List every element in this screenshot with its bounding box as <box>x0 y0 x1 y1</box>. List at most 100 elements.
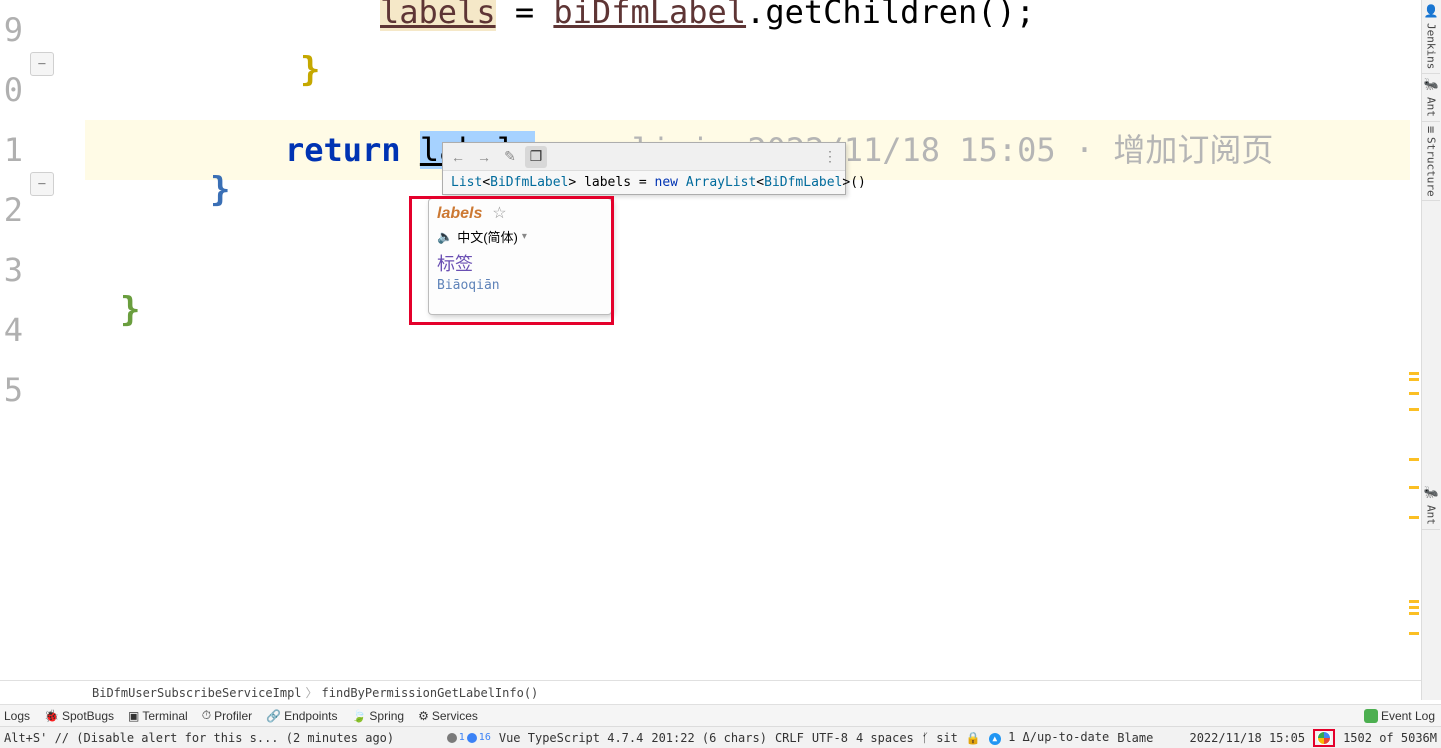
error-stripe-mark[interactable] <box>1409 372 1419 375</box>
fold-toggle-icon[interactable]: − <box>30 172 54 196</box>
right-tab-structure[interactable]: ≡Structure <box>1422 122 1440 202</box>
variable-token: labels <box>380 0 496 31</box>
type-token: BiDfmLabel <box>764 175 842 190</box>
uptodate-label: 1 Δ/up-to-date <box>1008 730 1109 744</box>
nav-forward-icon[interactable]: → <box>473 146 495 168</box>
indicator-count: 1 <box>459 732 465 743</box>
translation-pinyin: Biāoqiān <box>437 278 603 293</box>
audio-icon[interactable]: 🔈 <box>437 229 453 245</box>
error-stripe-mark[interactable] <box>1409 632 1419 635</box>
breadcrumb-item[interactable]: findByPermissionGetLabelInfo() <box>318 686 543 700</box>
status-message: Alt+S' // (Disable alert for this s... (… <box>4 731 394 745</box>
tab-label: Ant <box>1425 97 1438 117</box>
var-token: labels <box>576 175 639 190</box>
nav-back-icon[interactable]: ← <box>447 146 469 168</box>
line-number: 5 <box>0 360 23 420</box>
translation-result: 标签 <box>437 250 603 276</box>
more-menu-icon[interactable]: ⋮ <box>819 146 841 168</box>
type-token: ArrayList <box>686 175 756 190</box>
toolwindow-label: Profiler <box>214 709 252 723</box>
right-tab-ant[interactable]: 🐜Ant <box>1422 74 1440 122</box>
favorite-star-icon[interactable]: ☆ <box>492 205 506 222</box>
line-number: 3 <box>0 240 23 300</box>
lock-icon[interactable]: 🔒 <box>966 731 981 745</box>
assign-token: = <box>496 0 554 31</box>
error-stripe[interactable] <box>1405 0 1419 676</box>
status-blame[interactable]: Blame 2022/11/18 15:05 <box>1117 731 1305 745</box>
doc-icon[interactable]: ❐ <box>525 146 547 168</box>
toolwindow-spotbugs[interactable]: 🐞SpotBugs <box>44 709 114 723</box>
tool-window-bar: Logs 🐞SpotBugs ▣Terminal ⏱Profiler 🔗Endp… <box>0 704 1441 726</box>
type-token: List <box>451 175 482 190</box>
blame-label: Blame <box>1117 731 1153 745</box>
status-vue-ts[interactable]: Vue TypeScript 4.7.4 <box>499 731 644 745</box>
paren-token: () <box>850 175 866 190</box>
error-stripe-mark[interactable] <box>1409 516 1419 519</box>
right-tab-ant-bottom[interactable]: 🐜Ant <box>1422 482 1440 530</box>
tab-label: Jenkins <box>1425 23 1438 69</box>
translation-word: labels <box>437 205 482 223</box>
indicator-dot-icon <box>447 733 457 743</box>
line-number: 2 <box>0 180 23 240</box>
line-number: 0 <box>0 60 23 120</box>
translation-language[interactable]: 中文(简体) <box>457 227 518 246</box>
status-memory[interactable]: 1502 of 5036M <box>1343 731 1437 745</box>
toolwindow-profiler[interactable]: ⏱Profiler <box>202 708 252 723</box>
keyword-token: new <box>647 175 686 190</box>
code-line: } <box>210 160 230 220</box>
error-stripe-mark[interactable] <box>1409 408 1419 411</box>
status-indent[interactable]: 4 spaces <box>856 731 914 745</box>
code-area[interactable]: labels = biDfmLabel.getChildren(); } ret… <box>85 0 1410 676</box>
paren-token: (); <box>977 0 1035 31</box>
toolwindow-endpoints[interactable]: 🔗Endpoints <box>266 709 337 723</box>
error-stripe-mark[interactable] <box>1409 392 1419 395</box>
endpoints-icon: 🔗 <box>266 709 281 723</box>
toolwindow-services[interactable]: ⚙Services <box>418 709 478 723</box>
right-tab-jenkins[interactable]: 👤 Jenkins <box>1422 0 1440 74</box>
background-tasks-indicator[interactable]: 1 16 <box>447 732 491 743</box>
google-icon[interactable] <box>1317 731 1331 745</box>
error-stripe-mark[interactable] <box>1409 458 1419 461</box>
breadcrumb: BiDfmUserSubscribeServiceImpl 〉 findByPe… <box>0 680 1441 704</box>
error-stripe-mark[interactable] <box>1409 606 1419 609</box>
status-circle-icon: ▲ <box>989 733 1001 745</box>
breadcrumb-item[interactable]: BiDfmUserSubscribeServiceImpl <box>88 686 306 700</box>
error-stripe-mark[interactable] <box>1409 486 1419 489</box>
quick-doc-signature: List<BiDfmLabel> labels = new ArrayList<… <box>443 171 845 194</box>
dropdown-caret-icon[interactable]: ▾ <box>522 231 527 242</box>
error-stripe-mark[interactable] <box>1409 612 1419 615</box>
toolwindow-event-log[interactable]: Event Log <box>1364 709 1435 723</box>
bug-icon: 🐞 <box>44 709 59 723</box>
code-line: } <box>300 40 320 100</box>
fold-toggle-icon[interactable]: − <box>30 52 54 76</box>
error-stripe-mark[interactable] <box>1409 378 1419 381</box>
toolwindow-terminal[interactable]: ▣Terminal <box>128 709 188 723</box>
quick-doc-popup[interactable]: ← → ✎ ❐ ⋮ List<BiDfmLabel> labels = new … <box>442 142 846 195</box>
toolwindow-spring[interactable]: 🍃Spring <box>351 709 404 723</box>
eq-token: = <box>639 175 647 190</box>
toolwindow-label: Spring <box>369 709 404 723</box>
toolwindow-label: Services <box>432 709 478 723</box>
status-line-separator[interactable]: CRLF <box>775 731 804 745</box>
error-stripe-mark[interactable] <box>1409 600 1419 603</box>
line-number: 1 <box>0 120 23 180</box>
status-uptodate[interactable]: ▲ 1 Δ/up-to-date <box>989 730 1109 745</box>
toolwindow-label: SpotBugs <box>62 709 114 723</box>
edit-icon[interactable]: ✎ <box>499 146 521 168</box>
variable-token: biDfmLabel <box>553 0 746 31</box>
brace-token: } <box>300 50 320 90</box>
translation-popup[interactable]: labels ☆ 🔈 中文(简体) ▾ 标签 Biāoqiān <box>428 198 612 315</box>
code-editor[interactable]: 9 0 1 2 3 4 5 − − labels = biDfmLabel.ge… <box>0 0 1410 676</box>
tab-label: Structure <box>1425 137 1438 197</box>
dot-token: . <box>746 0 765 31</box>
status-git-branch[interactable]: ᚶ sit <box>922 731 958 745</box>
method-token: getChildren <box>765 0 977 31</box>
toolwindow-label: Logs <box>4 709 30 723</box>
ant-icon: 🐜 <box>1424 486 1438 501</box>
code-line: } <box>120 280 140 340</box>
toolwindow-logs[interactable]: Logs <box>4 709 30 723</box>
jenkins-icon: 👤 <box>1424 4 1438 19</box>
status-caret-position[interactable]: 201:22 (6 chars) <box>651 731 767 745</box>
status-encoding[interactable]: UTF-8 <box>812 731 848 745</box>
fold-column: − − <box>25 0 85 676</box>
